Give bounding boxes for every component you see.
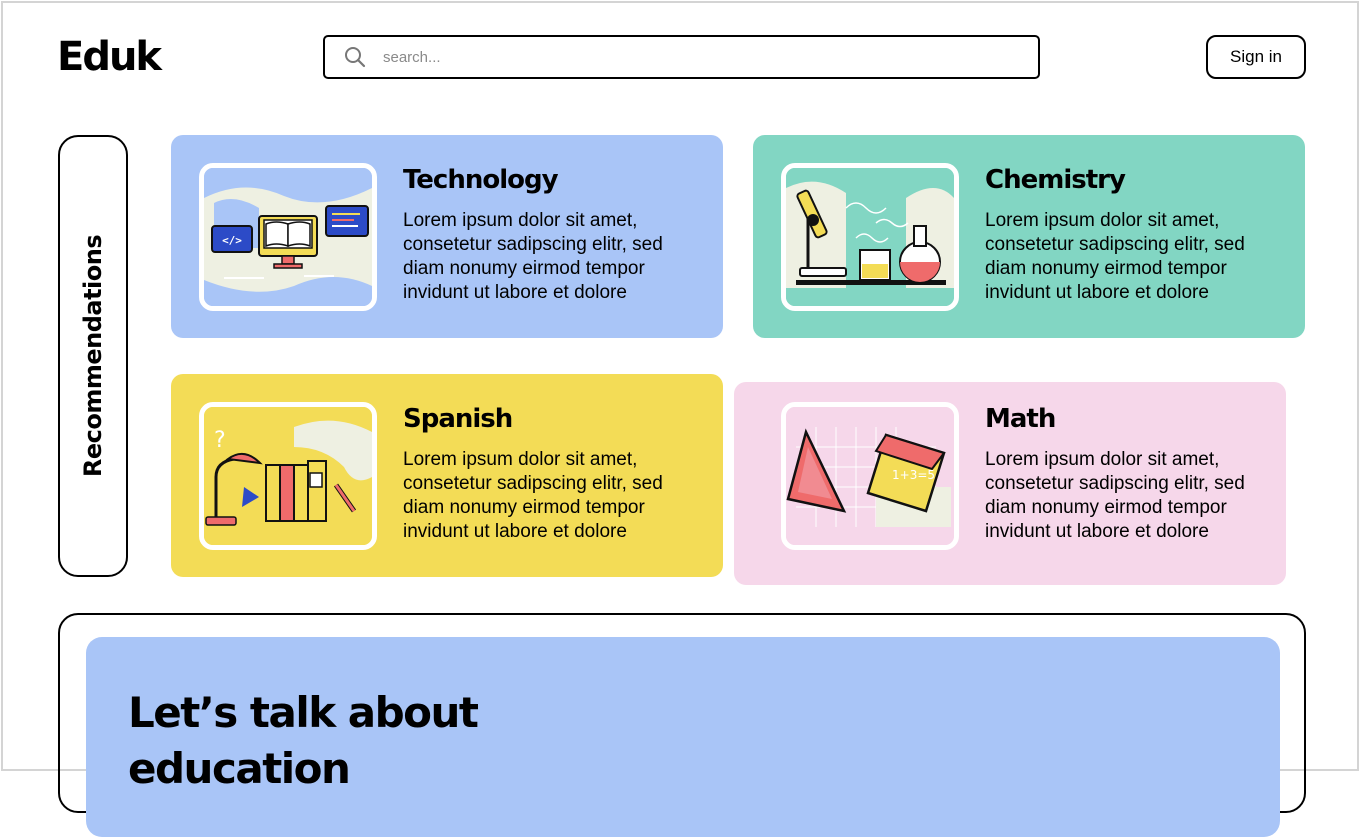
recommendations-label: Recommendations <box>79 234 108 478</box>
card-title: Spanish <box>403 404 513 434</box>
search-icon <box>345 47 366 68</box>
card-title: Technology <box>403 165 559 195</box>
sign-in-button[interactable]: Sign in <box>1206 35 1306 79</box>
chemistry-illustration-icon <box>781 163 959 311</box>
talk-banner: Let’s talk about education <box>86 637 1280 837</box>
recommendations-tab[interactable]: Recommendations <box>58 135 128 577</box>
card-description: Lorem ipsum dolor sit amet, consetetur s… <box>403 210 663 303</box>
card-technology[interactable]: </> Technology Lorem ipsum dolor sit ame… <box>171 135 723 338</box>
spanish-illustration-icon: ? <box>199 402 377 550</box>
card-description: Lorem ipsum dolor sit amet, consetetur s… <box>403 449 663 542</box>
svg-text:</>: </> <box>222 234 242 247</box>
card-math[interactable]: 1+3=5 Math Lorem ipsum dolor sit amet, c… <box>734 382 1286 585</box>
talk-heading: Let’s talk about education <box>128 688 479 793</box>
card-title: Math <box>985 404 1056 434</box>
card-chemistry[interactable]: Chemistry Lorem ipsum dolor sit amet, co… <box>753 135 1305 338</box>
svg-text:1+3=5: 1+3=5 <box>892 468 935 482</box>
talk-section: Let’s talk about education <box>58 613 1306 837</box>
search-bar[interactable] <box>323 35 1040 79</box>
card-title: Chemistry <box>985 165 1126 195</box>
card-spanish[interactable]: ? Spanish Lorem ipsum dolor sit amet, co… <box>171 374 723 577</box>
search-input[interactable] <box>381 47 985 67</box>
svg-text:?: ? <box>214 428 226 453</box>
card-description: Lorem ipsum dolor sit amet, consetetur s… <box>985 210 1245 303</box>
logo[interactable]: Eduk <box>57 34 162 80</box>
math-illustration-icon: 1+3=5 <box>781 402 959 550</box>
card-description: Lorem ipsum dolor sit amet, consetetur s… <box>985 449 1245 542</box>
technology-illustration-icon: </> <box>199 163 377 311</box>
